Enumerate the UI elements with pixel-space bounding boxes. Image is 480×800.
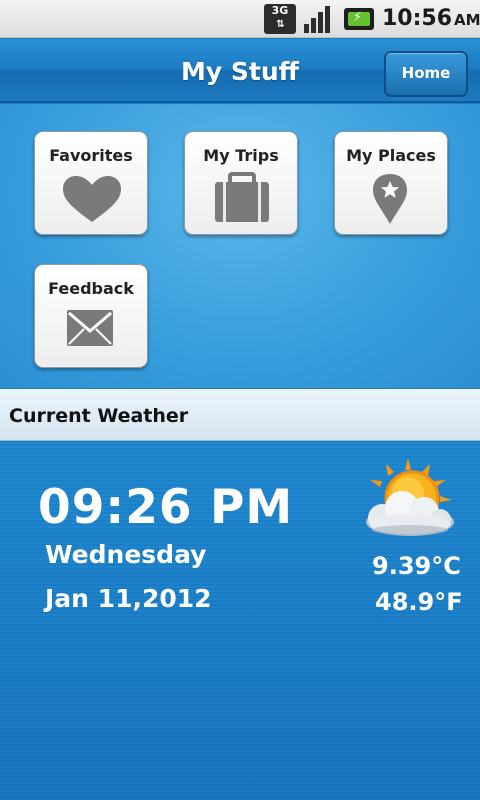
status-bar: 3G ⇅ ⚡ 10:56 AM xyxy=(0,0,480,38)
suitcase-icon xyxy=(215,172,269,222)
tile-my-trips[interactable]: My Trips xyxy=(184,131,298,235)
weather-day: Wednesday xyxy=(45,540,207,569)
tile-label: My Places xyxy=(346,146,436,165)
tile-label: Favorites xyxy=(49,146,133,165)
battery-charging-icon: ⚡ xyxy=(344,8,374,30)
partly-cloudy-icon xyxy=(366,458,454,536)
tile-feedback[interactable]: Feedback xyxy=(34,264,148,368)
section-title: Current Weather xyxy=(9,405,189,427)
signal-strength-icon xyxy=(304,6,330,33)
tile-favorites[interactable]: Favorites xyxy=(34,131,148,235)
network-3g-icon: 3G ⇅ xyxy=(264,4,296,34)
heart-icon xyxy=(63,176,121,222)
tile-my-places[interactable]: My Places xyxy=(334,131,448,235)
temperature-fahrenheit: 48.9°F xyxy=(375,588,463,616)
tile-label: Feedback xyxy=(48,279,134,298)
weather-date: Jan 11,2012 xyxy=(45,584,212,613)
home-button[interactable]: Home xyxy=(384,51,468,97)
weather-time: 09:26 PM xyxy=(38,480,294,535)
my-stuff-grid: Favorites My Trips My Places Feedback xyxy=(0,104,480,388)
envelope-icon xyxy=(67,310,113,346)
weather-panel: 09:26 PM Wednesday Jan 11,2012 9.39°C 48… xyxy=(0,442,480,800)
title-bar: My Stuff Home xyxy=(0,39,480,103)
temperature-celsius: 9.39°C xyxy=(372,552,461,580)
current-weather-header: Current Weather xyxy=(0,389,480,441)
map-pin-star-icon xyxy=(373,174,407,224)
status-clock: 10:56 AM xyxy=(382,6,480,31)
tile-label: My Trips xyxy=(203,146,279,165)
